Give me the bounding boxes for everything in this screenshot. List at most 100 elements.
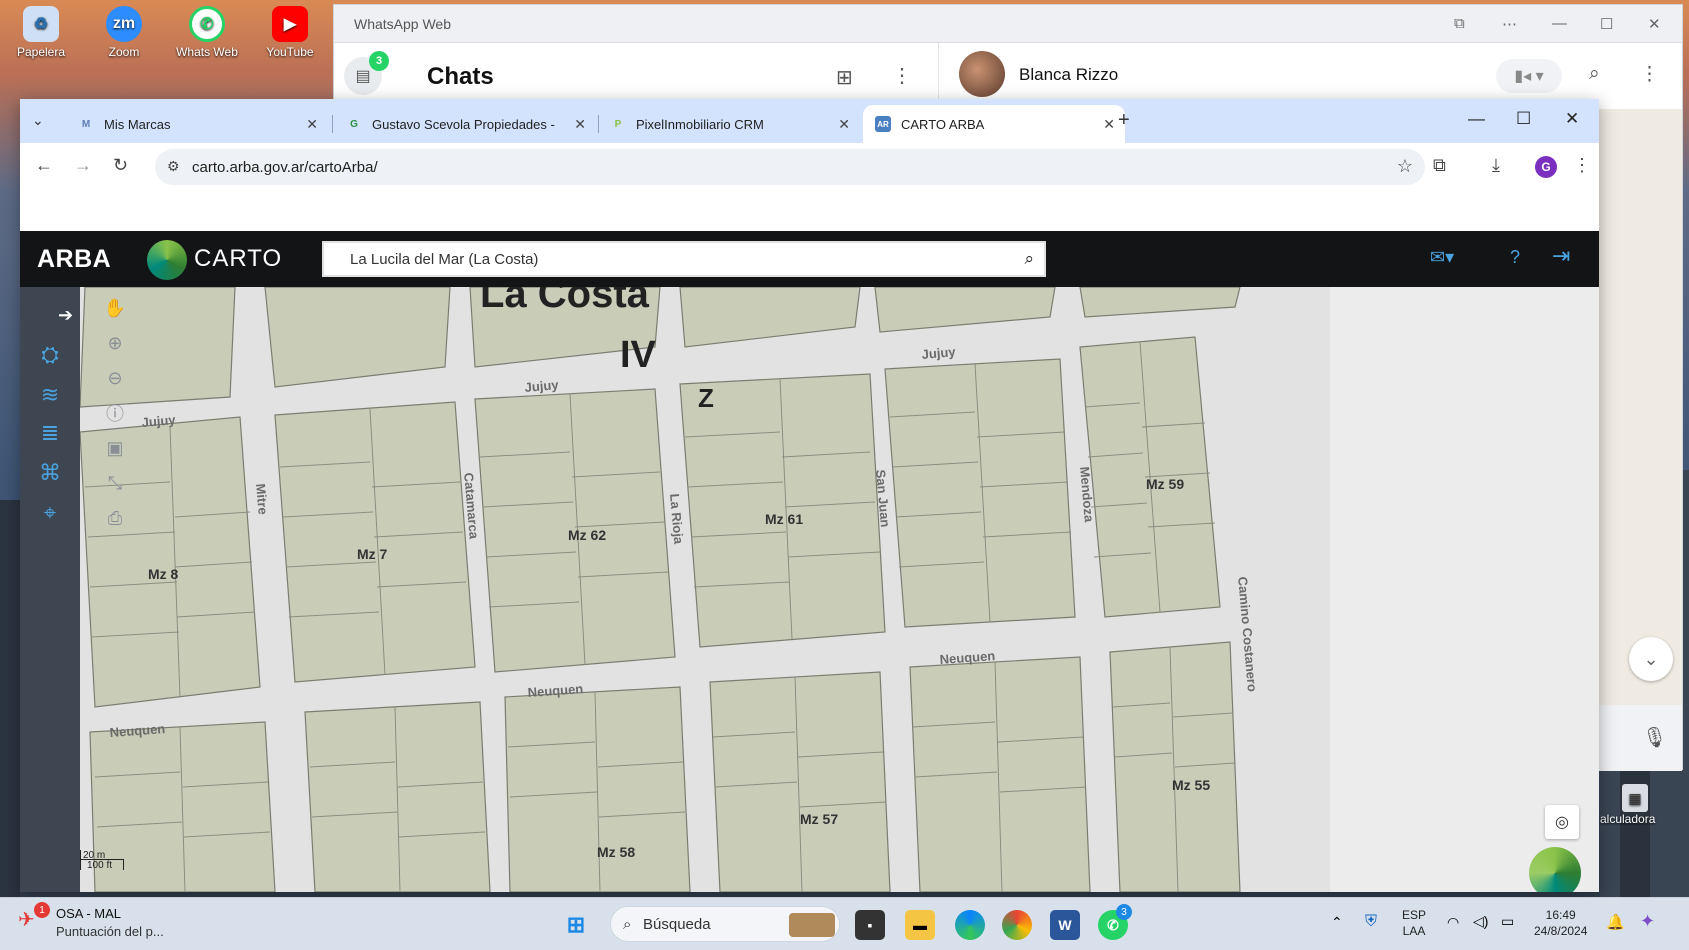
- chrome-icon[interactable]: [1002, 910, 1032, 940]
- tab-gustavo-scevola[interactable]: G Gustavo Scevola Propiedades - ✕: [334, 105, 596, 143]
- search-icon[interactable]: ⌕: [1589, 63, 1600, 85]
- word-icon[interactable]: W: [1050, 910, 1080, 940]
- desktop-icon-whatsapp[interactable]: ✆ Whats Web: [172, 6, 242, 59]
- locate-me-icon[interactable]: ◎: [1545, 805, 1579, 839]
- close-icon[interactable]: ✕: [1648, 15, 1661, 33]
- tab-favicon: G: [350, 118, 358, 130]
- street-label: Jujuy: [141, 412, 177, 430]
- avatar[interactable]: [959, 51, 1005, 97]
- new-tab-icon[interactable]: +: [1118, 109, 1130, 132]
- cadastral-map[interactable]: Jujuy Jujuy Jujuy Neuquen Neuquen Neuquen Mitr…: [80, 287, 1599, 892]
- zoom-in-icon[interactable]: ⊕: [100, 328, 130, 358]
- tab-carto-arba[interactable]: AR CARTO ARBA ✕: [863, 105, 1125, 143]
- copilot-icon[interactable]: ✦: [1640, 911, 1655, 932]
- language-indicator[interactable]: ESP LAA: [1402, 907, 1426, 939]
- file-explorer-icon[interactable]: ▬: [905, 910, 935, 940]
- back-icon[interactable]: ←: [35, 155, 53, 176]
- recycle-bin-icon: ♻: [23, 6, 59, 42]
- new-chat-icon[interactable]: ⊞: [836, 65, 853, 90]
- more-icon[interactable]: ⋯: [1502, 15, 1517, 33]
- mail-icon[interactable]: ✉▾: [1430, 247, 1454, 268]
- street-label: Mitre: [253, 483, 271, 515]
- desktop-icon-youtube[interactable]: ▶ YouTube: [255, 6, 325, 59]
- scroll-down-icon[interactable]: ⌄: [1629, 637, 1673, 681]
- binoculars-icon[interactable]: ⛭: [34, 339, 66, 371]
- wifi-icon[interactable]: ◠: [1447, 914, 1459, 931]
- start-icon[interactable]: ⊞: [561, 910, 591, 940]
- cast-icon[interactable]: ⧉: [1454, 15, 1465, 32]
- map-toolbar: ✋ ⊕ ⊖ ⓘ ▣ ⤡ ⎙: [100, 293, 136, 538]
- select-area-icon[interactable]: ▣: [100, 433, 130, 463]
- close-tab-icon[interactable]: ✕: [838, 116, 850, 133]
- chat-input-area: 🎙: [1594, 705, 1682, 771]
- location-pin-icon[interactable]: ⌖: [34, 497, 66, 529]
- calculator-icon: ▦: [1622, 784, 1648, 812]
- contact-name[interactable]: Blanca Rizzo: [1019, 65, 1118, 85]
- minimize-icon[interactable]: —: [1468, 109, 1485, 129]
- map-canvas[interactable]: JujuyJujuyJujuyNeuquenNeuquenNeuquenMitr…: [80, 287, 1599, 892]
- news-title[interactable]: OSA - MAL: [56, 906, 121, 921]
- video-call-icon[interactable]: ▮◂ ▾: [1496, 59, 1562, 93]
- help-icon[interactable]: ?: [1510, 247, 1520, 268]
- block-label: Mz 7: [357, 546, 388, 562]
- defender-icon[interactable]: ⛨: [1365, 913, 1377, 931]
- tray-overflow-icon[interactable]: ⌃: [1331, 914, 1343, 931]
- block-label: Mz 61: [765, 511, 803, 527]
- minimize-icon[interactable]: —: [1552, 15, 1567, 32]
- bookmark-star-icon[interactable]: ☆: [1397, 156, 1413, 177]
- browser-window[interactable]: ⌄ M Mis Marcas ✕ G Gustavo Scevola Propi…: [20, 99, 1599, 892]
- notification-bell-icon[interactable]: 🔔: [1606, 913, 1625, 931]
- close-tab-icon[interactable]: ✕: [574, 116, 586, 133]
- maximize-icon[interactable]: ☐: [1516, 109, 1531, 129]
- reload-icon[interactable]: ↻: [113, 155, 128, 176]
- desktop-icon-zoom[interactable]: zm Zoom: [89, 6, 159, 59]
- info-icon[interactable]: ⓘ: [100, 398, 130, 428]
- forward-icon[interactable]: →: [74, 155, 92, 176]
- clock[interactable]: 16:49 24/8/2024: [1534, 907, 1587, 939]
- address-bar[interactable]: ⚙ carto.arba.gov.ar/cartoArba/ ☆: [155, 149, 1425, 185]
- maximize-icon[interactable]: ☐: [1600, 15, 1613, 33]
- fingerprint-icon[interactable]: ⌘: [34, 457, 66, 489]
- close-icon[interactable]: ✕: [1565, 109, 1579, 129]
- logout-icon[interactable]: ⇥: [1552, 243, 1570, 269]
- edge-icon[interactable]: [955, 910, 985, 940]
- measure-icon[interactable]: ⤡: [100, 468, 130, 498]
- desktop-icon-calculator[interactable]: ▦ alculadora: [1600, 784, 1655, 826]
- expand-arrow-icon[interactable]: ➔: [58, 305, 73, 326]
- task-view-icon[interactable]: ▪: [855, 910, 885, 940]
- taskbar-search[interactable]: ⌕ Búsqueda: [610, 906, 840, 942]
- battery-icon[interactable]: ▭: [1501, 913, 1514, 930]
- volume-icon[interactable]: ◁): [1473, 913, 1488, 930]
- site-info-icon[interactable]: ⚙: [167, 158, 180, 175]
- block-label: Mz 55: [1172, 777, 1210, 793]
- tab-pixelinmobiliario[interactable]: P PixelInmobiliario CRM ✕: [598, 105, 860, 143]
- location-search-input[interactable]: [350, 251, 990, 268]
- layers-icon[interactable]: ≋: [34, 379, 66, 411]
- search-icon[interactable]: ⌕: [1024, 249, 1034, 269]
- zoom-out-icon[interactable]: ⊖: [100, 363, 130, 393]
- print-icon[interactable]: ⎙: [100, 503, 130, 533]
- tab-search-icon[interactable]: ⌄: [32, 112, 44, 129]
- tab-mis-marcas[interactable]: M Mis Marcas ✕: [66, 105, 328, 143]
- ide-layers-icon[interactable]: ≣: [34, 417, 66, 449]
- close-tab-icon[interactable]: ✕: [1103, 116, 1115, 133]
- carto-sidebar: ➔ ⛭ ≋ ≣ ⌘ ⌖: [20, 287, 80, 892]
- scale-bar: 20 m 100 ft: [80, 850, 124, 871]
- profile-avatar[interactable]: G: [1535, 156, 1557, 178]
- microphone-icon[interactable]: 🎙: [1642, 725, 1667, 750]
- browser-toolbar: ← → ↻ ⚙ carto.arba.gov.ar/cartoArba/ ☆ ⧉…: [20, 143, 1599, 191]
- menu-icon[interactable]: ⋮: [892, 63, 912, 88]
- close-tab-icon[interactable]: ✕: [306, 116, 318, 133]
- pan-hand-icon[interactable]: ✋: [100, 293, 130, 323]
- carto-badge-icon: [1529, 847, 1581, 892]
- desktop-icon-recycle-bin[interactable]: ♻ Papelera: [6, 6, 76, 59]
- chats-title: Chats: [427, 63, 494, 90]
- carto-header: ARBA CARTO ⌕ ✉▾ ? ⇥: [20, 231, 1599, 287]
- tab-favicon: P: [614, 118, 622, 130]
- news-subtitle[interactable]: Puntuación del p...: [56, 924, 164, 939]
- chrome-menu-icon[interactable]: ⋮: [1573, 155, 1591, 176]
- extensions-icon[interactable]: ⧉: [1433, 155, 1446, 176]
- location-search[interactable]: ⌕: [322, 241, 1046, 277]
- download-icon[interactable]: ⤓: [1492, 155, 1500, 176]
- chat-menu-icon[interactable]: ⋮: [1640, 63, 1659, 86]
